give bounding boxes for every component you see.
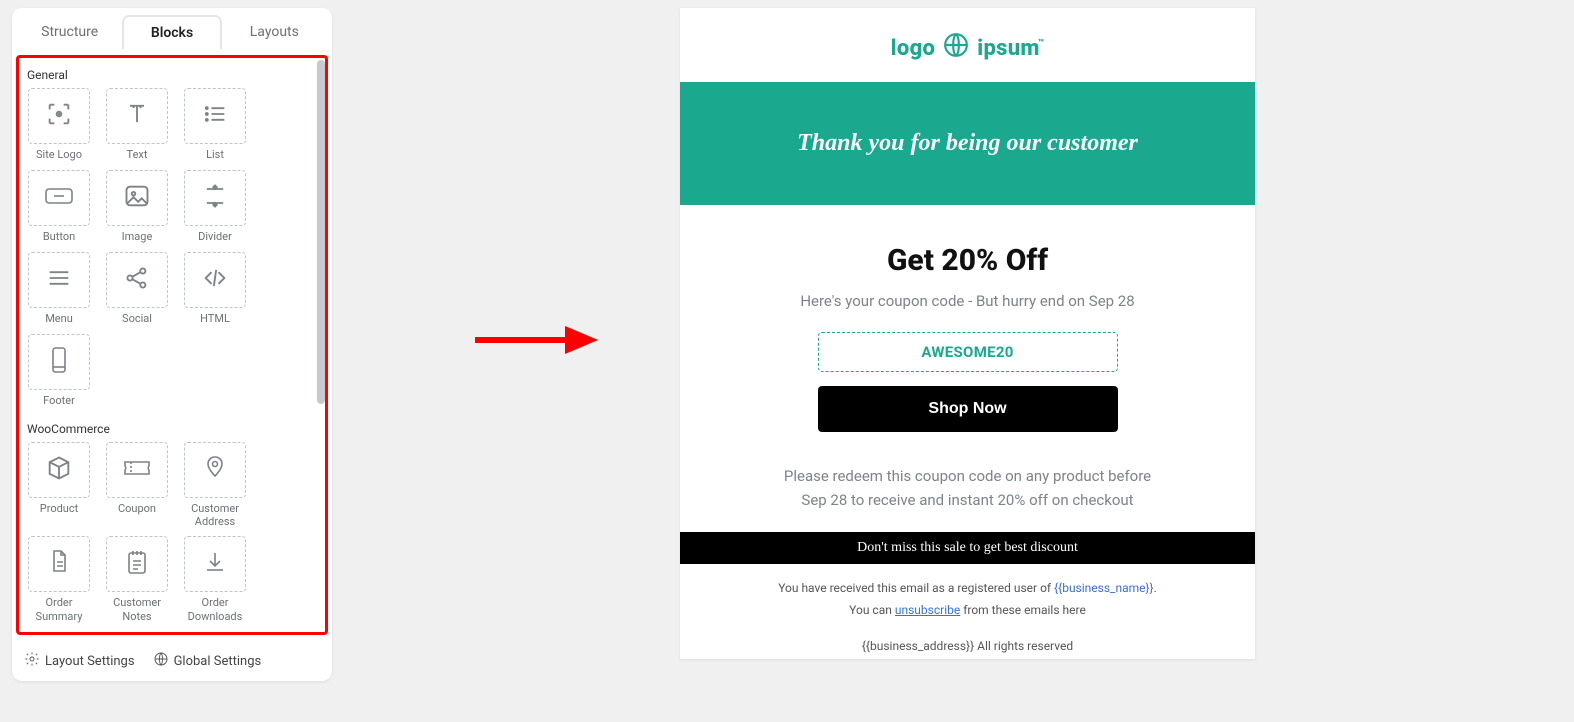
block-site-logo[interactable]: Site Logo <box>25 88 93 162</box>
block-image[interactable]: Image <box>103 170 171 244</box>
block-label: Product <box>40 502 78 516</box>
block-html[interactable]: HTML <box>181 252 249 326</box>
block-customer-address[interactable]: Customer Address <box>181 442 249 528</box>
downloads-icon <box>202 549 228 579</box>
block-label: Order Summary <box>25 596 93 622</box>
disc-line2-post: from these emails here <box>960 603 1086 617</box>
redeem-line2: Sep 28 to receive and instant 20% off on… <box>801 491 1133 509</box>
subline: Here's your coupon code - But hurry end … <box>680 292 1255 310</box>
black-bar: Don't miss this sale to get best discoun… <box>680 532 1255 564</box>
block-footer[interactable]: Footer <box>25 334 93 408</box>
woo-grid: Product Coupon Customer Address Order Su… <box>25 442 319 623</box>
headline: Get 20% Off <box>680 243 1255 278</box>
block-label: Social <box>122 312 152 326</box>
divider-icon <box>201 182 229 214</box>
footer-icon <box>47 345 71 379</box>
blocks-body: General Site Logo Text List <box>16 55 328 635</box>
layout-settings[interactable]: Layout Settings <box>24 651 135 671</box>
image-icon <box>123 182 151 214</box>
unsubscribe-link[interactable]: unsubscribe <box>895 603 960 617</box>
block-coupon[interactable]: Coupon <box>103 442 171 528</box>
block-label: Footer <box>43 394 75 408</box>
disclaimer: You have received this email as a regist… <box>680 564 1255 621</box>
block-button[interactable]: Button <box>25 170 93 244</box>
logo-text-right: ipsum™ <box>977 36 1044 61</box>
text-icon <box>123 100 151 132</box>
globe-logo-icon <box>943 32 969 64</box>
button-icon <box>44 185 74 211</box>
block-product[interactable]: Product <box>25 442 93 528</box>
order-summary-icon <box>47 548 71 580</box>
block-label: Image <box>122 230 153 244</box>
product-icon <box>45 454 73 486</box>
shop-now-button[interactable]: Shop Now <box>818 386 1118 432</box>
block-customer-notes[interactable]: Customer Notes <box>103 536 171 622</box>
panel-footer: Layout Settings Global Settings <box>12 641 332 681</box>
html-icon <box>201 264 229 296</box>
panel-tabs: Structure Blocks Layouts <box>12 8 332 49</box>
scrollbar[interactable] <box>317 60 325 404</box>
global-settings-label: Global Settings <box>174 654 262 669</box>
block-list[interactable]: List <box>181 88 249 162</box>
logo-row: logo ipsum™ <box>680 8 1255 82</box>
social-icon <box>123 264 151 296</box>
block-social[interactable]: Social <box>103 252 171 326</box>
coupon-code: AWESOME20 <box>818 332 1118 372</box>
redeem-text: Please redeem this coupon code on any pr… <box>716 464 1219 512</box>
business-address-placeholder: {{business_address}} <box>862 639 974 653</box>
block-label: Site Logo <box>36 148 82 162</box>
blocks-panel: Structure Blocks Layouts General Site Lo… <box>12 8 332 681</box>
disc-prefix: You have received this email as a regist… <box>778 581 1054 595</box>
block-label: HTML <box>200 312 230 326</box>
block-order-downloads[interactable]: Order Downloads <box>181 536 249 622</box>
section-title-woo: WooCommerce <box>27 422 319 436</box>
menu-icon <box>45 264 73 296</box>
block-menu[interactable]: Menu <box>25 252 93 326</box>
block-divider[interactable]: Divider <box>181 170 249 244</box>
rights-text: All rights reserved <box>974 639 1073 653</box>
block-label: List <box>206 148 224 162</box>
tab-structure[interactable]: Structure <box>22 16 117 49</box>
block-label: Text <box>127 148 148 162</box>
block-label: Order Downloads <box>181 596 249 622</box>
address-line: {{business_address}} All rights reserved <box>680 621 1255 659</box>
business-name-placeholder: {{business_name}} <box>1054 581 1154 595</box>
coupon-icon <box>122 457 152 483</box>
block-order-summary[interactable]: Order Summary <box>25 536 93 622</box>
block-label: Customer Notes <box>103 596 171 622</box>
layout-settings-label: Layout Settings <box>45 654 135 669</box>
list-icon <box>201 100 229 132</box>
disc-line2-pre: You can <box>849 603 895 617</box>
block-label: Menu <box>45 312 73 326</box>
notes-icon <box>124 548 150 580</box>
gear-icon <box>24 651 40 671</box>
site-logo-icon <box>45 100 73 132</box>
block-label: Divider <box>198 230 232 244</box>
tab-layouts[interactable]: Layouts <box>227 16 322 49</box>
section-title-general: General <box>27 68 319 82</box>
tab-blocks[interactable]: Blocks <box>123 16 220 49</box>
block-label: Customer Address <box>181 502 249 528</box>
block-label: Button <box>43 230 75 244</box>
global-settings[interactable]: Global Settings <box>153 651 262 671</box>
globe-icon <box>153 651 169 671</box>
block-text[interactable]: Text <box>103 88 171 162</box>
banner: Thank you for being our customer <box>680 82 1255 205</box>
redeem-line1: Please redeem this coupon code on any pr… <box>784 467 1151 485</box>
arrow-annotation <box>470 320 600 364</box>
general-grid: Site Logo Text List Button <box>25 88 319 408</box>
email-preview[interactable]: logo ipsum™ Thank you for being our cust… <box>680 8 1255 659</box>
logo-text-left: logo <box>891 36 936 61</box>
location-icon <box>203 454 227 486</box>
block-label: Coupon <box>118 502 156 516</box>
disc-suffix: . <box>1154 581 1157 595</box>
